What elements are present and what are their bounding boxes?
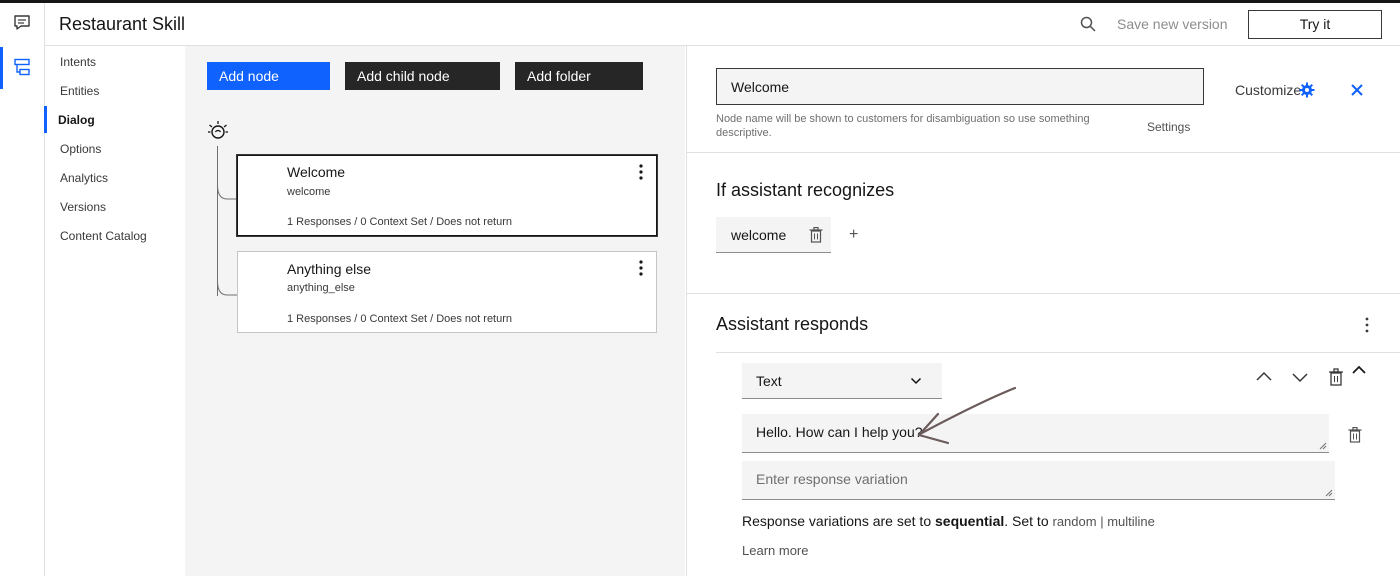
chat-icon[interactable] xyxy=(12,13,32,33)
nav-item-entities[interactable]: Entities xyxy=(60,84,99,98)
condition-value: welcome xyxy=(731,227,787,243)
nav-active-indicator xyxy=(44,106,47,133)
node-name-input[interactable] xyxy=(716,68,1204,105)
node-overflow-menu-icon[interactable] xyxy=(638,164,644,180)
node-condition-id: anything_else xyxy=(287,282,355,294)
node-title: Welcome xyxy=(287,164,346,180)
rail-active-indicator xyxy=(0,47,3,89)
section-divider xyxy=(687,152,1400,153)
add-condition-button[interactable]: + xyxy=(849,226,858,244)
resize-grip-icon[interactable] xyxy=(1325,489,1333,497)
response-variation-field[interactable]: Hello. How can I help you? xyxy=(742,414,1329,453)
variation-setting-text: Response variations are set to sequentia… xyxy=(742,513,1155,529)
node-summary: 1 Responses / 0 Context Set / Does not r… xyxy=(287,313,513,325)
nav-item-dialog[interactable]: Dialog xyxy=(58,113,95,127)
variation-separator: | xyxy=(1096,514,1108,529)
node-summary: 1 Responses / 0 Context Set / Does not r… xyxy=(287,216,513,228)
learn-more-link[interactable]: Learn more xyxy=(742,543,808,558)
variation-prefix: Response variations are set to xyxy=(742,513,935,529)
dialog-tree-icon[interactable] xyxy=(12,57,32,77)
responses-overflow-menu-icon[interactable] xyxy=(1364,317,1370,333)
move-down-chevron-icon[interactable] xyxy=(1291,368,1309,386)
add-node-button[interactable]: Add node xyxy=(207,62,330,90)
settings-label[interactable]: Settings xyxy=(1147,120,1190,134)
responds-heading: Assistant responds xyxy=(716,314,869,334)
nav-item-content-catalog[interactable]: Content Catalog xyxy=(60,229,147,243)
node-overflow-menu-icon[interactable] xyxy=(638,260,644,276)
try-it-button[interactable]: Try it xyxy=(1248,10,1382,39)
resize-grip-icon[interactable] xyxy=(1319,442,1327,450)
response-variation-placeholder: Enter response variation xyxy=(756,471,908,487)
skill-navigation: Intents Entities Dialog Options Analytic… xyxy=(45,46,185,576)
variation-random-link[interactable]: random xyxy=(1053,514,1097,529)
nav-item-versions[interactable]: Versions xyxy=(60,200,106,214)
nav-item-options[interactable]: Options xyxy=(60,142,101,156)
add-folder-button[interactable]: Add folder xyxy=(515,62,643,90)
gear-icon[interactable] xyxy=(1299,82,1315,98)
chevron-down-icon xyxy=(910,377,922,385)
collapse-chevron-icon[interactable] xyxy=(1350,362,1368,380)
recognizes-heading: If assistant recognizes xyxy=(716,180,895,200)
variation-multiline-link[interactable]: multiline xyxy=(1107,514,1155,529)
tree-branches xyxy=(217,185,239,296)
node-name-hint: Node name will be shown to customers for… xyxy=(716,113,1090,139)
variation-mode: sequential xyxy=(935,513,1005,529)
assistant-bulb-icon xyxy=(208,121,228,139)
response-type-select[interactable]: Text xyxy=(742,363,942,399)
close-icon[interactable] xyxy=(1350,83,1364,97)
add-child-node-button[interactable]: Add child node xyxy=(345,62,500,90)
trash-icon[interactable] xyxy=(1348,427,1362,443)
variation-mid: . Set to xyxy=(1004,513,1053,529)
search-icon[interactable] xyxy=(1079,15,1097,33)
response-variation-empty-field[interactable]: Enter response variation xyxy=(742,461,1335,500)
top-header: Restaurant Skill Save new version Try it xyxy=(45,3,1400,46)
node-condition-id: welcome xyxy=(287,186,331,198)
app-title: Restaurant Skill xyxy=(59,14,186,34)
response-variation-text: Hello. How can I help you? xyxy=(756,424,923,440)
nav-item-analytics[interactable]: Analytics xyxy=(60,171,108,185)
section-divider xyxy=(687,293,1400,294)
node-title: Anything else xyxy=(287,261,372,277)
response-type-value: Text xyxy=(756,373,782,389)
dialog-node-welcome[interactable]: Welcome welcome 1 Responses / 0 Context … xyxy=(237,155,657,236)
trash-icon[interactable] xyxy=(1327,368,1345,386)
nav-item-intents[interactable]: Intents xyxy=(60,55,96,69)
left-rail xyxy=(0,3,45,576)
move-up-chevron-icon[interactable] xyxy=(1255,368,1273,386)
node-editor-panel: Node name will be shown to customers for… xyxy=(686,46,1400,576)
responses-rule xyxy=(716,352,1400,353)
customize-link[interactable]: Customize xyxy=(1235,82,1301,98)
dialog-node-anything-else[interactable]: Anything else anything_else 1 Responses … xyxy=(237,251,657,333)
condition-field[interactable]: welcome xyxy=(716,217,831,253)
save-new-version-button[interactable]: Save new version xyxy=(1117,16,1228,32)
trash-icon[interactable] xyxy=(809,227,823,243)
